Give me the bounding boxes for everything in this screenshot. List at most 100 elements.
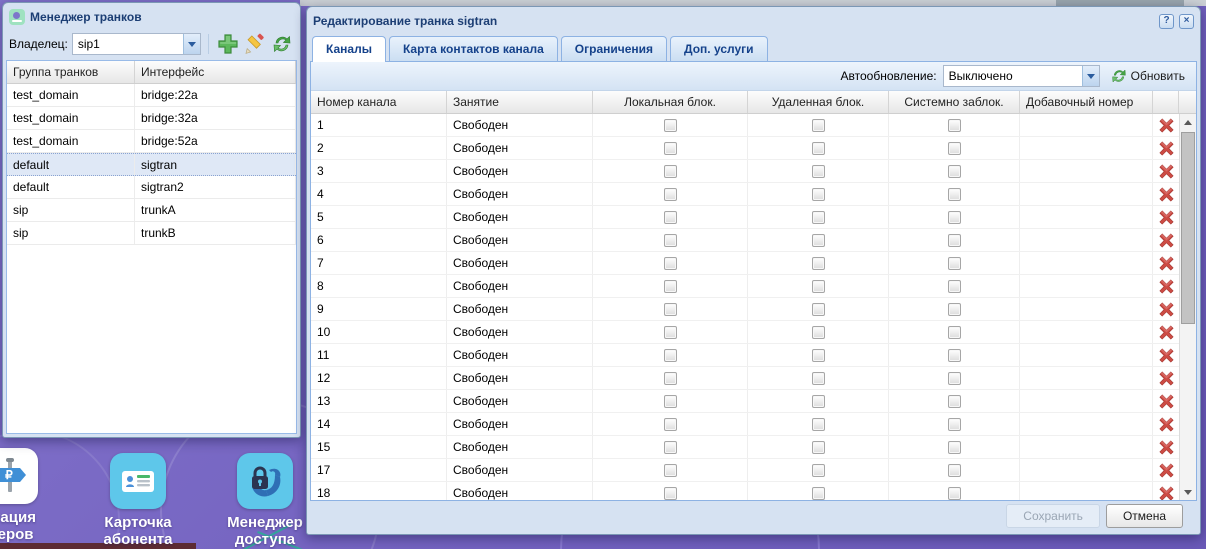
- vertical-scrollbar[interactable]: [1179, 114, 1196, 500]
- add-trunk-button[interactable]: [216, 32, 239, 56]
- refresh-trunks-button[interactable]: [271, 32, 294, 56]
- system-block-checkbox[interactable]: [947, 141, 961, 155]
- delete-channel-button[interactable]: [1153, 275, 1179, 297]
- owner-combobox[interactable]: sip1: [71, 33, 201, 55]
- local-block-checkbox[interactable]: [663, 279, 677, 293]
- tab-extra-services[interactable]: Доп. услуги: [670, 36, 768, 61]
- trunk-row[interactable]: sip trunkB: [7, 222, 296, 245]
- delete-channel-button[interactable]: [1153, 137, 1179, 159]
- delete-channel-button[interactable]: [1153, 298, 1179, 320]
- column-header-system-block[interactable]: Системно заблок.: [889, 91, 1020, 113]
- remote-block-checkbox[interactable]: [811, 210, 825, 224]
- remote-block-checkbox[interactable]: [811, 187, 825, 201]
- scroll-up-arrow-icon[interactable]: [1180, 114, 1196, 130]
- trunk-row[interactable]: test_domain bridge:22a: [7, 84, 296, 107]
- system-block-checkbox[interactable]: [947, 417, 961, 431]
- column-header-channel-number[interactable]: Номер канала: [311, 91, 447, 113]
- remote-block-checkbox[interactable]: [811, 256, 825, 270]
- channel-row[interactable]: 18 Свободен: [311, 482, 1179, 500]
- channel-row[interactable]: 5 Свободен: [311, 206, 1179, 229]
- column-header-occupancy[interactable]: Занятие: [447, 91, 593, 113]
- channel-row[interactable]: 3 Свободен: [311, 160, 1179, 183]
- column-header-group[interactable]: Группа транков: [7, 61, 135, 83]
- delete-channel-button[interactable]: [1153, 229, 1179, 251]
- channel-row[interactable]: 2 Свободен: [311, 137, 1179, 160]
- remote-block-checkbox[interactable]: [811, 371, 825, 385]
- delete-channel-button[interactable]: [1153, 114, 1179, 136]
- column-header-interface[interactable]: Интерфейс: [135, 61, 296, 83]
- remote-block-checkbox[interactable]: [811, 233, 825, 247]
- delete-channel-button[interactable]: [1153, 344, 1179, 366]
- delete-channel-button[interactable]: [1153, 459, 1179, 481]
- delete-channel-button[interactable]: [1153, 413, 1179, 435]
- edit-trunk-button[interactable]: [243, 32, 266, 56]
- system-block-checkbox[interactable]: [947, 302, 961, 316]
- system-block-checkbox[interactable]: [947, 394, 961, 408]
- trunk-manager-titlebar[interactable]: Менеджер транков: [6, 6, 297, 28]
- scrollbar-thumb[interactable]: [1181, 132, 1195, 324]
- local-block-checkbox[interactable]: [663, 164, 677, 178]
- remote-block-checkbox[interactable]: [811, 164, 825, 178]
- close-button[interactable]: ×: [1179, 13, 1194, 29]
- remote-block-checkbox[interactable]: [811, 486, 825, 500]
- local-block-checkbox[interactable]: [663, 486, 677, 500]
- local-block-checkbox[interactable]: [663, 187, 677, 201]
- system-block-checkbox[interactable]: [947, 164, 961, 178]
- delete-channel-button[interactable]: [1153, 206, 1179, 228]
- column-header-extension[interactable]: Добавочный номер: [1020, 91, 1153, 113]
- channel-row[interactable]: 4 Свободен: [311, 183, 1179, 206]
- delete-channel-button[interactable]: [1153, 436, 1179, 458]
- delete-channel-button[interactable]: [1153, 160, 1179, 182]
- remote-block-checkbox[interactable]: [811, 279, 825, 293]
- local-block-checkbox[interactable]: [663, 302, 677, 316]
- trunk-row[interactable]: default sigtran: [7, 153, 296, 176]
- remote-block-checkbox[interactable]: [811, 348, 825, 362]
- remote-block-checkbox[interactable]: [811, 440, 825, 454]
- system-block-checkbox[interactable]: [947, 279, 961, 293]
- local-block-checkbox[interactable]: [663, 394, 677, 408]
- delete-channel-button[interactable]: [1153, 390, 1179, 412]
- delete-channel-button[interactable]: [1153, 367, 1179, 389]
- channel-row[interactable]: 11 Свободен: [311, 344, 1179, 367]
- system-block-checkbox[interactable]: [947, 486, 961, 500]
- local-block-checkbox[interactable]: [663, 348, 677, 362]
- system-block-checkbox[interactable]: [947, 256, 961, 270]
- channel-row[interactable]: 9 Свободен: [311, 298, 1179, 321]
- save-button[interactable]: Сохранить: [1006, 504, 1100, 528]
- local-block-checkbox[interactable]: [663, 325, 677, 339]
- desktop-icon-subscriber-card[interactable]: Карточка абонента: [83, 453, 193, 548]
- desktop-icon-numbers-app[interactable]: ₽ птация меров: [0, 448, 65, 543]
- channel-row[interactable]: 10 Свободен: [311, 321, 1179, 344]
- local-block-checkbox[interactable]: [663, 417, 677, 431]
- help-button[interactable]: ?: [1159, 13, 1174, 29]
- tab-contact-map[interactable]: Карта контактов канала: [388, 36, 558, 61]
- local-block-checkbox[interactable]: [663, 210, 677, 224]
- local-block-checkbox[interactable]: [663, 118, 677, 132]
- channel-row[interactable]: 7 Свободен: [311, 252, 1179, 275]
- autorefresh-combobox[interactable]: Выключено: [942, 65, 1100, 87]
- local-block-checkbox[interactable]: [663, 233, 677, 247]
- local-block-checkbox[interactable]: [663, 371, 677, 385]
- chevron-down-icon[interactable]: [1081, 66, 1099, 86]
- delete-channel-button[interactable]: [1153, 482, 1179, 500]
- delete-channel-button[interactable]: [1153, 321, 1179, 343]
- delete-channel-button[interactable]: [1153, 252, 1179, 274]
- trunk-row[interactable]: test_domain bridge:52a: [7, 130, 296, 153]
- channel-row[interactable]: 14 Свободен: [311, 413, 1179, 436]
- remote-block-checkbox[interactable]: [811, 118, 825, 132]
- chevron-down-icon[interactable]: [182, 34, 200, 54]
- tab-channels[interactable]: Каналы: [312, 36, 386, 62]
- column-header-local-block[interactable]: Локальная блок.: [593, 91, 748, 113]
- remote-block-checkbox[interactable]: [811, 463, 825, 477]
- channel-row[interactable]: 15 Свободен: [311, 436, 1179, 459]
- trunk-row[interactable]: test_domain bridge:32a: [7, 107, 296, 130]
- system-block-checkbox[interactable]: [947, 348, 961, 362]
- channel-row[interactable]: 8 Свободен: [311, 275, 1179, 298]
- channel-row[interactable]: 6 Свободен: [311, 229, 1179, 252]
- system-block-checkbox[interactable]: [947, 371, 961, 385]
- channel-row[interactable]: 13 Свободен: [311, 390, 1179, 413]
- channel-row[interactable]: 12 Свободен: [311, 367, 1179, 390]
- system-block-checkbox[interactable]: [947, 233, 961, 247]
- column-header-remote-block[interactable]: Удаленная блок.: [748, 91, 889, 113]
- local-block-checkbox[interactable]: [663, 440, 677, 454]
